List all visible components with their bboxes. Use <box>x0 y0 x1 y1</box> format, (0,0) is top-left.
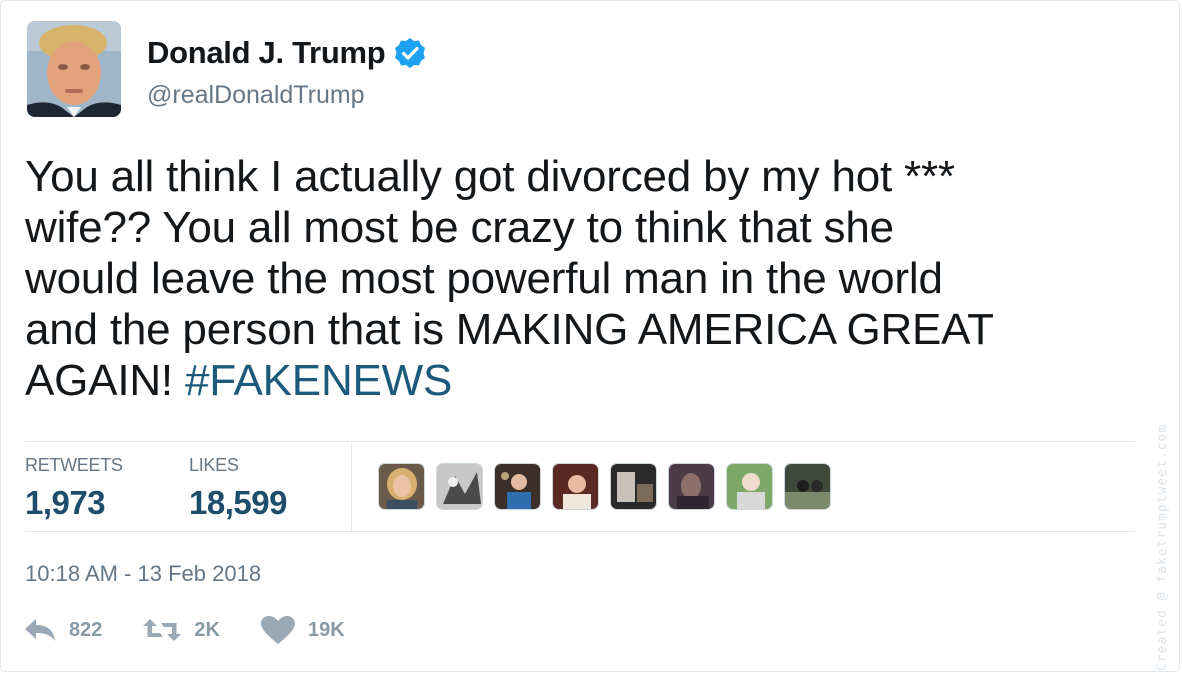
stats-bottom-divider <box>25 531 1135 532</box>
reply-button[interactable]: 822 <box>23 617 102 643</box>
stats-vertical-divider <box>351 443 352 531</box>
likes-stat[interactable]: LIKES 18,599 <box>189 455 287 522</box>
user-handle[interactable]: @realDonaldTrump <box>147 81 365 110</box>
like-button[interactable]: 19K <box>260 615 345 645</box>
heart-icon <box>260 616 295 644</box>
hashtag-link[interactable]: #FAKENEWS <box>185 356 452 405</box>
liker-avatar-8[interactable] <box>784 463 831 510</box>
tweet-timestamp[interactable]: 10:18 AM - 13 Feb 2018 <box>25 561 261 587</box>
reply-icon <box>25 619 55 641</box>
verified-badge-icon <box>393 36 427 70</box>
liker-avatar-3[interactable] <box>494 463 541 510</box>
liker-avatar-6[interactable] <box>668 463 715 510</box>
reply-count: 822 <box>69 618 103 641</box>
retweets-label: RETWEETS <box>25 455 123 475</box>
liker-avatar-7[interactable] <box>726 463 773 510</box>
tweet-card: Donald J. Trump @realDonaldTrump You all… <box>0 0 1180 672</box>
tweet-text: You all think I actually got divorced by… <box>25 151 1155 406</box>
retweet-count: 2K <box>194 618 220 641</box>
liker-avatars <box>378 463 831 510</box>
watermark: Created @ faketrumptweet.com <box>1155 423 1170 671</box>
tweet-actions: 822 2K 19K <box>23 615 385 645</box>
stats-top-divider <box>25 441 1135 442</box>
liker-avatar-2[interactable] <box>436 463 483 510</box>
retweet-icon <box>143 619 182 641</box>
liker-avatar-1[interactable] <box>378 463 425 510</box>
profile-photo-icon <box>27 21 121 117</box>
likes-value: 18,599 <box>189 484 287 521</box>
likes-label: LIKES <box>189 455 239 475</box>
retweet-button[interactable]: 2K <box>142 617 220 643</box>
retweets-stat[interactable]: RETWEETS 1,973 <box>25 455 123 522</box>
tweet-body: You all think I actually got divorced by… <box>25 152 994 405</box>
retweets-value: 1,973 <box>25 484 106 521</box>
liker-avatar-5[interactable] <box>610 463 657 510</box>
like-count: 19K <box>307 618 345 641</box>
user-name-row[interactable]: Donald J. Trump <box>147 35 427 71</box>
display-name[interactable]: Donald J. Trump <box>147 35 386 71</box>
avatar[interactable] <box>27 21 121 117</box>
liker-avatar-4[interactable] <box>552 463 599 510</box>
